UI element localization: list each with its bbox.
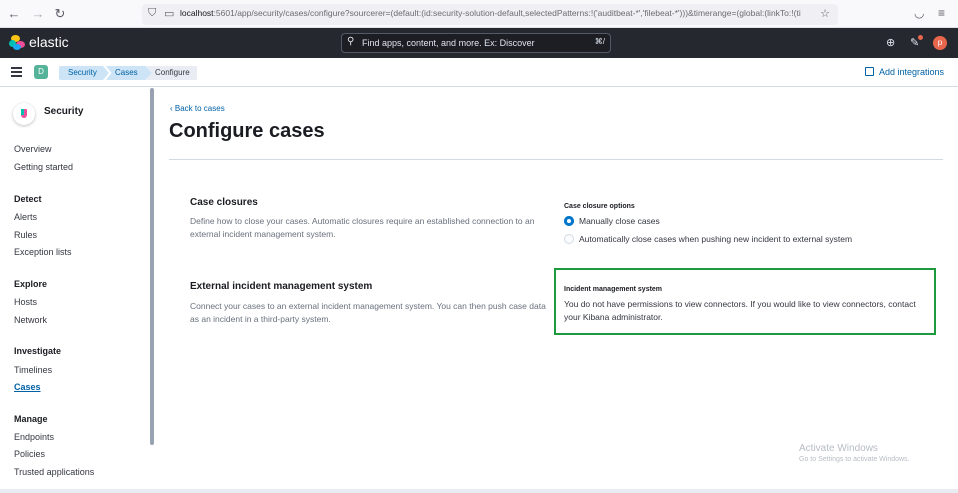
integrations-icon <box>864 67 874 76</box>
sidebar-group-explore: Explore <box>14 279 48 289</box>
forward-arrow-icon[interactable]: → <box>30 6 46 22</box>
bottom-strip <box>0 489 958 493</box>
security-logo-icon <box>13 103 35 125</box>
sidebar-item-exception-lists[interactable]: Exception lists <box>14 247 72 257</box>
kibana-header: elastic ⚲ Find apps, content, and more. … <box>0 28 958 58</box>
breadcrumb-bar: D Security Cases Configure Add integrati… <box>0 58 958 87</box>
elastic-logo-icon[interactable] <box>9 35 25 51</box>
radio-auto-label: Automatically close cases when pushing n… <box>579 234 853 244</box>
reload-icon[interactable]: ↻ <box>52 6 68 22</box>
radio-unselected-icon[interactable] <box>564 234 574 244</box>
page-info-icon[interactable]: ▭ <box>164 7 174 20</box>
hamburger-menu-icon[interactable] <box>11 67 22 77</box>
add-integrations-label: Add integrations <box>878 67 944 77</box>
case-closures-title: Case closures <box>190 197 258 208</box>
sidebar-item-policies[interactable]: Policies <box>14 449 45 459</box>
activate-windows-subtitle: Go to Settings to activate Windows. <box>799 456 910 463</box>
url-rest: :5601/app/security/cases/configure?sourc… <box>213 8 801 18</box>
sidebar-item-endpoints[interactable]: Endpoints <box>14 432 54 442</box>
menu-icon[interactable]: ≡ <box>938 6 945 20</box>
sidebar-group-detect: Detect <box>14 194 42 204</box>
sidebar-item-getting-started[interactable]: Getting started <box>14 162 73 172</box>
space-avatar[interactable]: D <box>34 65 48 79</box>
back-arrow-icon[interactable]: ← <box>6 6 22 22</box>
pocket-icon[interactable]: ◡ <box>914 6 924 20</box>
sidebar-item-alerts[interactable]: Alerts <box>14 212 37 222</box>
sidebar-item-timelines[interactable]: Timelines <box>14 365 52 375</box>
sidebar-group-investigate: Investigate <box>14 346 62 356</box>
back-to-cases-link[interactable]: ‹ Back to cases <box>170 104 225 113</box>
ims-title: External incident management system <box>190 281 373 292</box>
notification-dot <box>918 35 923 40</box>
help-icon[interactable]: ⊕ <box>886 36 895 49</box>
url-text[interactable]: localhost:5601/app/security/cases/config… <box>180 8 816 18</box>
radio-selected-icon[interactable] <box>564 216 574 226</box>
radio-manual-label: Manually close cases <box>579 216 660 226</box>
breadcrumb-configure: Configure <box>146 66 197 80</box>
elastic-brand[interactable]: elastic <box>29 34 69 50</box>
sidebar-item-hosts[interactable]: Hosts <box>14 297 37 307</box>
ims-permission-message: You do not have permissions to view conn… <box>564 299 916 322</box>
ims-label: Incident management system <box>564 286 663 293</box>
address-bar[interactable]: ⛉ ▭ localhost:5601/app/security/cases/co… <box>142 4 838 25</box>
breadcrumb-security[interactable]: Security <box>59 66 109 80</box>
sidebar-group-manage: Manage <box>14 414 48 424</box>
bookmark-star-icon[interactable]: ☆ <box>820 7 830 20</box>
breadcrumb-cases[interactable]: Cases <box>106 66 152 80</box>
search-shortcut: ⌘/ <box>594 37 605 46</box>
sidebar-item-cases[interactable]: Cases <box>14 382 41 392</box>
back-link-label: Back to cases <box>174 104 225 113</box>
closure-options-label: Case closure options <box>564 203 635 210</box>
avatar[interactable]: p <box>933 36 947 50</box>
case-closures-description: Define how to close your cases. Automati… <box>190 216 535 239</box>
sidebar-item-rules[interactable]: Rules <box>14 230 37 240</box>
ims-description: Connect your cases to an external incide… <box>190 301 546 324</box>
page-title: Configure cases <box>169 120 325 142</box>
shield-icon: ⛉ <box>148 7 157 19</box>
global-search-input[interactable]: ⚲ Find apps, content, and more. Ex: Disc… <box>341 33 611 53</box>
activate-windows-title: Activate Windows <box>799 443 878 454</box>
radio-auto-close[interactable]: Automatically close cases when pushing n… <box>564 234 852 244</box>
browser-toolbar: ← → ↻ ⛉ ▭ localhost:5601/app/security/ca… <box>0 0 958 28</box>
sidebar-item-network[interactable]: Network <box>14 315 47 325</box>
radio-manual-close[interactable]: Manually close cases <box>564 216 660 226</box>
title-divider <box>169 159 943 160</box>
sidebar-title: Security <box>44 106 84 117</box>
search-placeholder: Find apps, content, and more. Ex: Discov… <box>362 38 535 48</box>
sidebar-item-trusted-applications[interactable]: Trusted applications <box>14 467 94 477</box>
sidebar-scrollbar[interactable] <box>150 88 154 445</box>
url-host: localhost <box>180 8 214 18</box>
search-icon: ⚲ <box>347 36 355 47</box>
sidebar-item-overview[interactable]: Overview <box>14 144 52 154</box>
add-integrations-link[interactable]: Add integrations <box>864 67 944 77</box>
